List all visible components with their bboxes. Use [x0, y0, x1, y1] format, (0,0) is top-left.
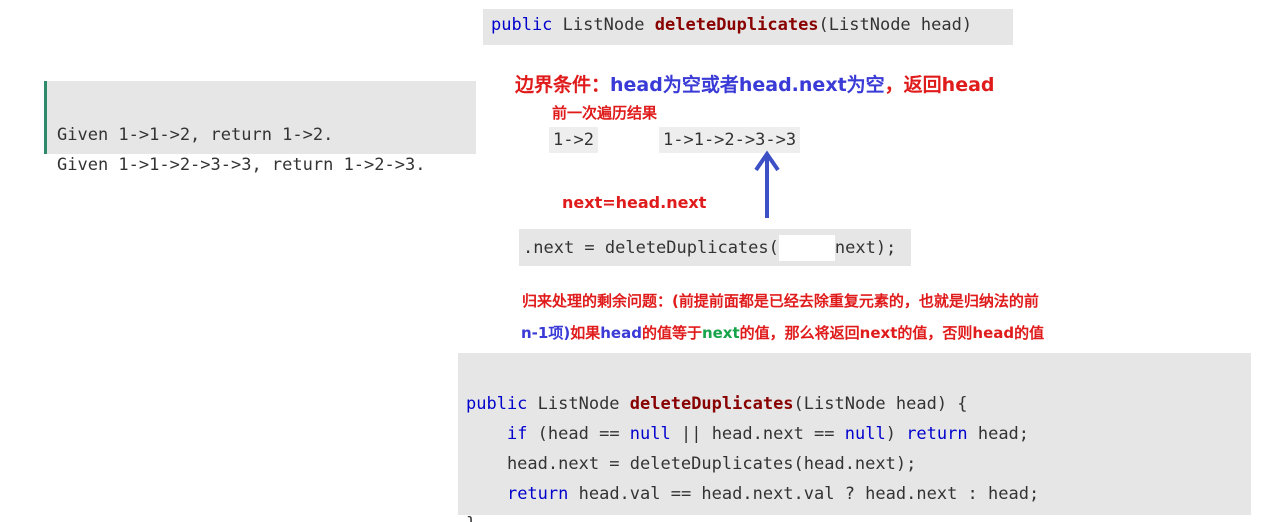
implementation-code-block: public ListNode deleteDuplicates(ListNod… [458, 353, 1251, 522]
examples-quote-block: Given 1->1->2, return 1->2. Given 1->1->2… [44, 81, 476, 175]
return-type: ListNode [527, 394, 630, 414]
function-name: deleteDuplicates [654, 15, 819, 35]
code-line-5: } [466, 509, 1251, 522]
note-part: 如果 [570, 324, 601, 342]
assign-rhs: next); [834, 238, 897, 258]
note-part: next [859, 324, 898, 342]
recursion-note-line-1: 归来处理的剩余问题：(前提前面都是已经去除重复元素的，也就是归纳法的前 [522, 292, 1039, 310]
next-assignment-label: next=head.next [562, 193, 707, 212]
code-line-4: return head.val == head.next.val ? head.… [466, 479, 1251, 509]
code-line-3: head.next = deleteDuplicates(head.next); [466, 454, 917, 474]
arrow-up-icon [754, 150, 780, 218]
code-text: (head == [527, 424, 630, 444]
keyword-public: public [466, 394, 528, 414]
edge-condition-comma: ， [884, 74, 904, 96]
keyword-return: return [506, 484, 569, 504]
edge-condition-label: 边界条件： [515, 74, 611, 96]
code-line-1: public ListNode deleteDuplicates(ListNod… [466, 389, 1251, 419]
edge-condition-return: 返回head [903, 74, 995, 96]
keyword-null: null [844, 424, 886, 444]
parameter-list: (ListNode head) { [793, 394, 968, 414]
note-part: next [701, 324, 740, 342]
example-line-2: Given 1->1->2->3->3, return 1->2->3. [57, 155, 426, 175]
keyword-public: public [491, 15, 553, 35]
recursion-note-line-2: n-1项)如果head的值等于next的值，那么将返回next的值，否则head… [521, 322, 1044, 343]
note-part: n-1项) [521, 324, 571, 342]
recursive-assign-code: .next = deleteDuplicates( next); [519, 229, 911, 266]
parameter-list: (ListNode head) [818, 15, 973, 35]
note-part: 的值 [1014, 324, 1045, 342]
note-part: 的值等于 [641, 324, 702, 342]
edge-condition-note: 边界条件：head为空或者head.next为空，返回head [515, 70, 995, 97]
code-text: head; [967, 424, 1030, 444]
return-type: ListNode [552, 15, 655, 35]
code-text: || head.next == [670, 424, 845, 444]
code-text: ) [885, 424, 907, 444]
note-part: 的值，那么将返回 [739, 324, 860, 342]
redacted-region [778, 235, 835, 261]
function-name: deleteDuplicates [629, 394, 794, 414]
previous-result-label: 前一次遍历结果 [552, 104, 658, 122]
note-part: head [972, 324, 1015, 342]
method-signature-code: public ListNode deleteDuplicates(ListNod… [483, 9, 1013, 45]
code-line-2: if (head == null || head.next == null) r… [466, 419, 1251, 449]
note-part: head [600, 324, 642, 342]
previous-result-1: 1->2 [549, 127, 598, 153]
note-part: 的值，否则 [897, 324, 973, 342]
code-text: head.val == head.next.val ? head.next : … [568, 484, 1040, 504]
keyword-null: null [629, 424, 671, 444]
edge-condition-head-null: head为空或者head.next为空 [610, 74, 885, 96]
example-line-1: Given 1->1->2, return 1->2. [57, 125, 334, 145]
assign-lhs: .next = deleteDuplicates( [523, 238, 779, 258]
keyword-if: if [506, 424, 528, 444]
keyword-return: return [906, 424, 968, 444]
